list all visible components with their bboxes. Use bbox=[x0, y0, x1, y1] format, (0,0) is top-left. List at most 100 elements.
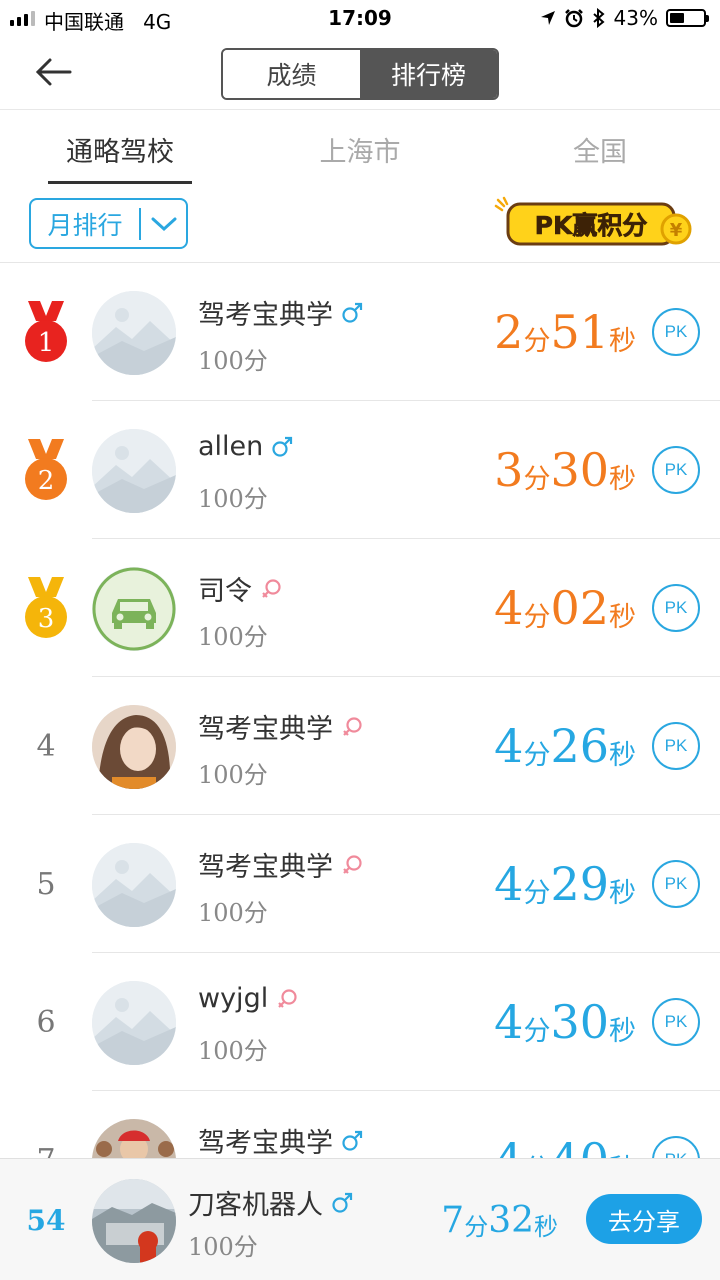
time-seconds: 02 bbox=[550, 581, 609, 635]
pk-button[interactable]: PK bbox=[652, 308, 700, 356]
avatar[interactable] bbox=[92, 705, 176, 789]
battery-percent: 43% bbox=[613, 6, 658, 30]
avatar[interactable] bbox=[92, 1119, 176, 1158]
user-score: 100分 bbox=[198, 761, 268, 789]
user-score: 100分 bbox=[198, 623, 268, 651]
time-second-unit: 秒 bbox=[609, 1147, 636, 1159]
time-second-unit: 秒 bbox=[609, 601, 636, 633]
female-icon bbox=[343, 716, 362, 736]
ranking-row[interactable]: 2 allen 100分 3 分 30 秒 PK bbox=[0, 401, 720, 539]
time-second-unit: 秒 bbox=[609, 325, 636, 357]
female-icon bbox=[343, 854, 362, 874]
tab-school[interactable]: 通略驾校 bbox=[48, 112, 192, 186]
my-time-minute-unit: 分 bbox=[464, 1212, 489, 1241]
user-name-row: 驾考宝典学 bbox=[198, 707, 363, 746]
ranking-row[interactable]: 3 司令 100分 4 分 02 秒 PK bbox=[0, 539, 720, 677]
time-minute-unit: 分 bbox=[523, 877, 551, 909]
pk-button[interactable]: PK bbox=[652, 998, 700, 1046]
user-name: wyjgl bbox=[198, 983, 269, 1014]
my-time: 7 分 32 秒 bbox=[441, 1159, 558, 1280]
male-icon bbox=[342, 302, 363, 323]
user-score: 100分 bbox=[198, 1037, 268, 1065]
user-name-row: wyjgl bbox=[198, 983, 298, 1014]
time-seconds: 29 bbox=[550, 857, 609, 911]
pk-button[interactable]: PK bbox=[652, 584, 700, 632]
alarm-icon bbox=[564, 9, 583, 28]
nav-bar: 成绩 排行榜 bbox=[0, 38, 720, 110]
time-minutes: 4 bbox=[494, 995, 524, 1049]
pk-button[interactable]: PK bbox=[652, 446, 700, 494]
ranking-list: 1 驾考宝典学 100分 2 分 51 秒 PK 2 allen 100分 3 分 30 秒 PK 3 司令 100… bbox=[0, 263, 720, 1158]
tab-city[interactable]: 上海市 bbox=[288, 112, 432, 186]
bluetooth-icon bbox=[592, 8, 605, 28]
ranking-row[interactable]: 5 驾考宝典学 100分 4 分 29 秒 PK bbox=[0, 815, 720, 953]
avatar[interactable] bbox=[92, 981, 176, 1065]
my-rank-bar: 54 刀客机器人 100分 7 分 32 秒 去分享 bbox=[0, 1158, 720, 1280]
user-name: 驾考宝典学 bbox=[198, 300, 333, 331]
my-name-row: 刀客机器人 bbox=[188, 1183, 353, 1222]
my-time-minutes: 7 bbox=[441, 1199, 465, 1241]
medal-rank: 2 bbox=[38, 466, 55, 496]
time-minutes: 4 bbox=[494, 581, 524, 635]
my-avatar[interactable] bbox=[92, 1179, 176, 1263]
status-right: 43% bbox=[540, 6, 709, 30]
pk-button[interactable]: PK bbox=[652, 1136, 700, 1158]
tab-scores[interactable]: 成绩 bbox=[223, 50, 360, 98]
time-minutes: 2 bbox=[494, 305, 524, 359]
male-icon bbox=[272, 436, 293, 457]
user-score: 100分 bbox=[198, 347, 268, 375]
user-name-row: 驾考宝典学 bbox=[198, 845, 363, 884]
tab-nationwide[interactable]: 全国 bbox=[528, 112, 672, 186]
time-minute-unit: 分 bbox=[523, 1015, 551, 1047]
time-minutes: 4 bbox=[494, 1133, 523, 1158]
yen-coin-icon: ¥ bbox=[670, 220, 683, 241]
user-name-row: allen bbox=[198, 431, 293, 462]
tab-leaderboard[interactable]: 排行榜 bbox=[360, 50, 497, 98]
ranking-row[interactable]: 7驾考宝典学100分4分40秒PK bbox=[0, 1091, 720, 1158]
time-minutes: 4 bbox=[494, 857, 524, 911]
rank-number: 5 bbox=[36, 866, 56, 902]
medal-icon: 3 bbox=[25, 577, 67, 638]
user-name: 司令 bbox=[198, 576, 252, 607]
period-dropdown[interactable]: 月排行 bbox=[29, 198, 188, 249]
time-minute-unit: 分 bbox=[523, 739, 551, 771]
user-name-row: 司令 bbox=[198, 569, 282, 608]
my-rank-number: 54 bbox=[26, 1203, 66, 1237]
time-minute-unit: 分 bbox=[523, 601, 551, 633]
rank-number: 4 bbox=[36, 728, 56, 764]
time-minute-unit: 分 bbox=[523, 325, 551, 357]
time-seconds: 40 bbox=[550, 1133, 609, 1158]
time-minute-unit: 分 bbox=[523, 463, 551, 495]
rank-number: 6 bbox=[36, 1004, 56, 1040]
battery-icon bbox=[666, 9, 709, 27]
user-name-row: 驾考宝典学 bbox=[198, 293, 363, 332]
user-name: 驾考宝典学 bbox=[198, 1128, 333, 1158]
time-minutes: 4 bbox=[494, 719, 524, 773]
avatar[interactable] bbox=[92, 567, 176, 651]
avatar[interactable] bbox=[92, 843, 176, 927]
time-seconds: 26 bbox=[550, 719, 609, 773]
medal-icon: 2 bbox=[25, 439, 67, 500]
location-arrow-icon bbox=[540, 11, 555, 25]
user-name-row: 驾考宝典学 bbox=[198, 1121, 363, 1158]
user-name: allen bbox=[198, 431, 264, 462]
scope-tabs: 通略驾校 上海市 全国 bbox=[0, 112, 720, 186]
segmented-control: 成绩 排行榜 bbox=[221, 48, 499, 100]
avatar[interactable] bbox=[92, 291, 176, 375]
pk-button[interactable]: PK bbox=[652, 722, 700, 770]
my-time-second-unit: 秒 bbox=[534, 1212, 558, 1241]
share-button[interactable]: 去分享 bbox=[586, 1194, 702, 1244]
completion-time: 4 分 02 秒 bbox=[494, 539, 636, 677]
completion-time: 4 分 26 秒 bbox=[494, 677, 636, 815]
pk-button[interactable]: PK bbox=[652, 860, 700, 908]
male-icon bbox=[342, 1130, 363, 1151]
avatar[interactable] bbox=[92, 429, 176, 513]
ranking-row[interactable]: 4 驾考宝典学 100分 4 分 26 秒 PK bbox=[0, 677, 720, 815]
ranking-row[interactable]: 6 wyjgl 100分 4 分 30 秒 PK bbox=[0, 953, 720, 1091]
chevron-down-icon bbox=[141, 216, 186, 232]
arrow-left-icon[interactable] bbox=[30, 52, 80, 92]
time-seconds: 30 bbox=[550, 443, 609, 497]
medal-icon: 1 bbox=[25, 301, 67, 362]
ranking-row[interactable]: 1 驾考宝典学 100分 2 分 51 秒 PK bbox=[0, 263, 720, 401]
pk-earn-points-banner[interactable]: PK赢积分 ¥ bbox=[492, 196, 697, 250]
